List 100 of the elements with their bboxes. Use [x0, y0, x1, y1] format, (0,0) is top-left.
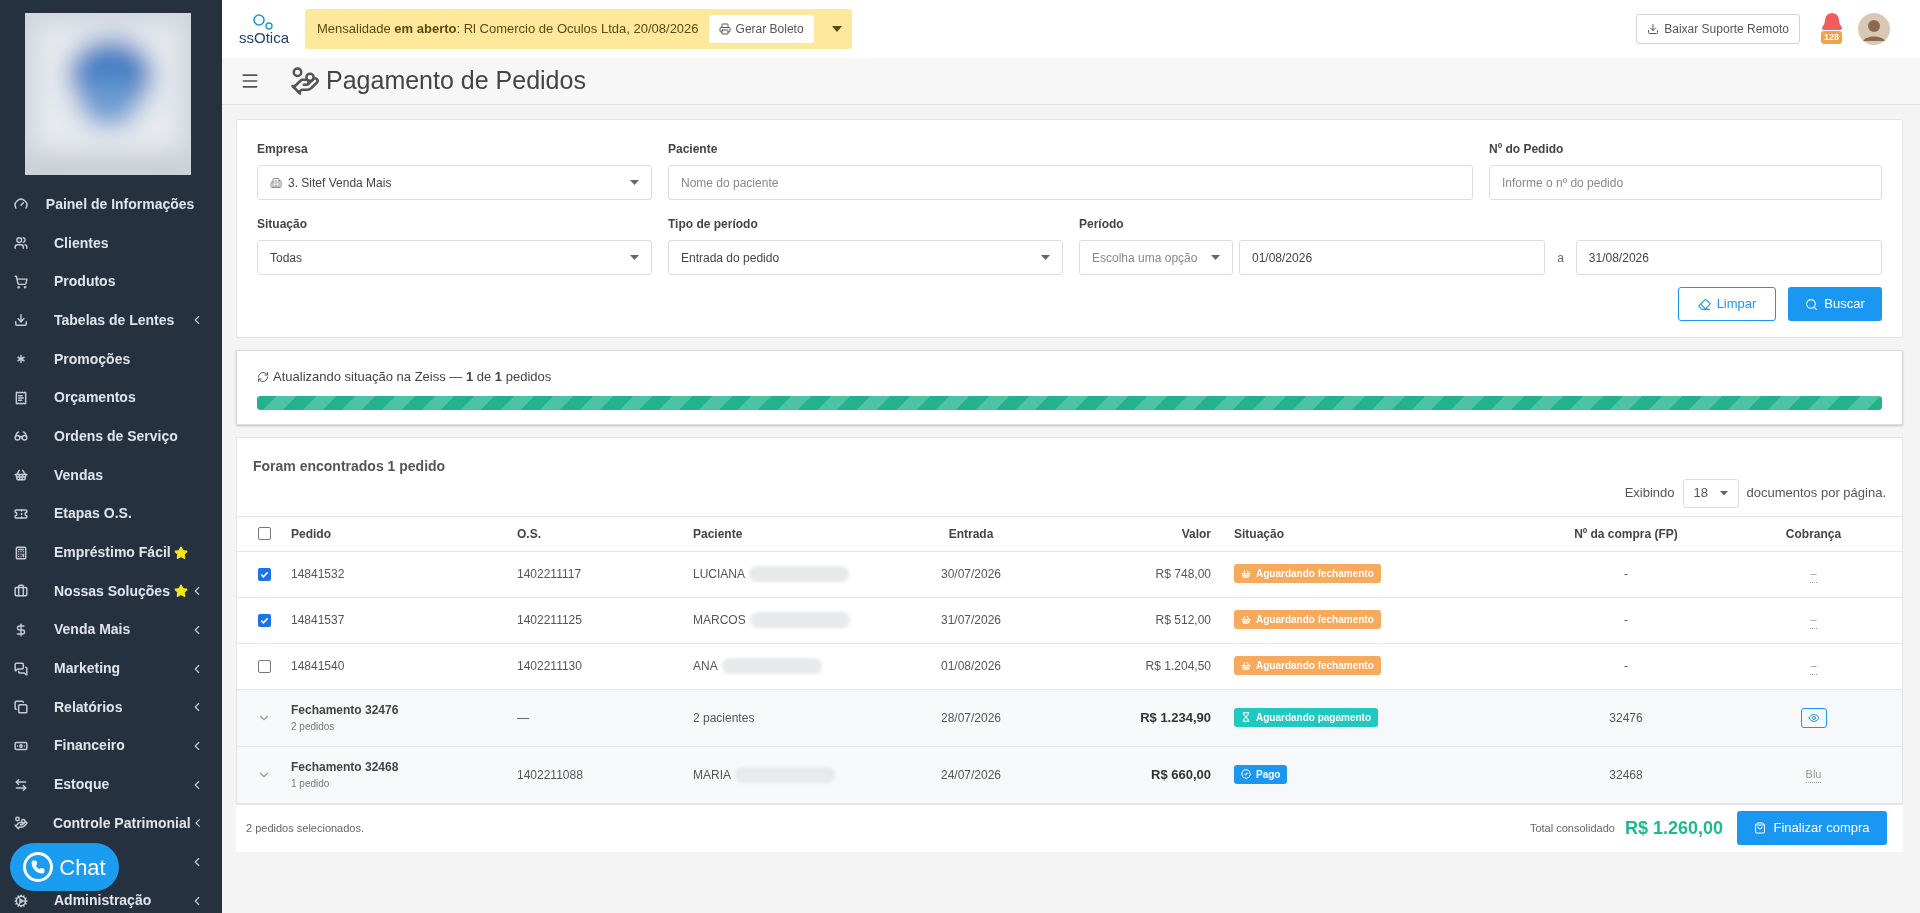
star-icon — [174, 584, 188, 599]
patient-name: 2 pacientes — [693, 709, 755, 727]
field-label: Nº do Pedido — [1489, 141, 1565, 158]
cart-icon — [14, 274, 28, 289]
basket-icon — [1241, 568, 1251, 579]
sidebar-item[interactable]: Nossas Soluções — [54, 580, 170, 602]
sidebar-item[interactable]: Venda Mais — [54, 619, 131, 641]
sidebar-item[interactable]: Estoque — [54, 774, 110, 796]
sidebar-item[interactable]: Promoções — [54, 348, 131, 370]
view-button[interactable] — [1800, 707, 1827, 728]
dollar-icon — [14, 622, 28, 637]
sidebar-item[interactable]: Etapas O.S. — [54, 503, 132, 525]
value-cell-text: R$ 1.234,90 — [1140, 708, 1211, 727]
calculator-icon — [14, 545, 28, 560]
search-icon — [1805, 297, 1819, 311]
caret-icon — [1041, 255, 1050, 260]
results-title: Foram encontrados 1 pedido — [253, 456, 447, 476]
phone-icon — [31, 860, 46, 874]
caret-icon — [630, 180, 639, 185]
period-option-select[interactable]: Escolha uma opção — [1079, 240, 1233, 275]
page-size-select[interactable]: 18 — [1682, 478, 1739, 508]
logo[interactable]: ssOtica — [233, 13, 295, 45]
order-count: 1 pedido — [291, 777, 330, 791]
value-cell-text: R$ 512,00 — [1155, 612, 1211, 629]
column-header: Pedido — [291, 525, 331, 543]
billing-text: – — [1810, 657, 1817, 675]
download-icon — [1647, 23, 1660, 35]
order-number: 14841532 — [291, 566, 345, 583]
remote-support-button[interactable]: Baixar Suporte Remoto — [1636, 14, 1800, 44]
progress-text: Atualizando situação na Zeiss — 1 de 1 pedidos — [273, 368, 552, 386]
sidebar-item[interactable]: Produtos — [54, 271, 116, 293]
row-checkbox[interactable] — [257, 613, 271, 627]
patient-name: MARCOS — [693, 612, 746, 629]
notice-text: Mensalidade em aberto: Rl Comercio de Oculos Ltda, 20/08/2026 — [317, 20, 699, 39]
patient-name: ANA — [693, 658, 718, 675]
entry-date: 30/07/2026 — [940, 566, 1002, 583]
field-label: Situação — [257, 216, 308, 233]
field-label: Paciente — [668, 141, 719, 158]
billing-text: – — [1810, 565, 1817, 583]
order-number-input-field[interactable]: Informe o nº do pedido — [1489, 165, 1882, 200]
column-header: Nº da compra (FP) — [1574, 525, 1678, 543]
gear-icon — [14, 893, 28, 908]
value-cell-text: R$ 1.204,50 — [1145, 658, 1211, 675]
boleto-button[interactable]: Gerar Boleto — [708, 15, 814, 43]
billing-text: – — [1810, 611, 1817, 629]
sidebar-item[interactable]: Tabelas de Lentes — [54, 309, 175, 331]
notification-count: 128 — [1821, 31, 1843, 44]
row-checkbox[interactable] — [257, 567, 271, 581]
patient-name: LUCIANA — [693, 566, 745, 583]
row-checkbox[interactable] — [257, 659, 271, 673]
end-date-field[interactable]: 31/08/2026 — [1575, 240, 1882, 275]
sidebar-item[interactable]: Administração — [54, 890, 152, 912]
menu-icon[interactable] — [240, 71, 260, 91]
purchase-number: - — [1624, 658, 1628, 675]
sidebar-item[interactable]: Marketing — [54, 658, 121, 680]
dropdown-caret-icon[interactable] — [831, 26, 842, 32]
chat-icon — [14, 661, 28, 676]
sidebar-item[interactable]: Vendas — [54, 464, 104, 486]
service-order-cell-text: 1402211130 — [517, 658, 582, 675]
check-circle-icon — [1241, 769, 1251, 780]
sidebar-item[interactable]: Empréstimo Fácil — [54, 542, 171, 564]
sidebar-item[interactable]: Clientes — [54, 232, 109, 254]
users-icon — [14, 236, 28, 251]
ticket-icon — [14, 506, 28, 521]
start-date-field[interactable]: 01/08/2026 — [1239, 240, 1546, 275]
order-number: Fechamento 32468 — [291, 759, 399, 776]
star-icon — [174, 545, 188, 560]
column-header: Valor — [1181, 525, 1211, 543]
patient-input-field[interactable]: Nome do paciente — [668, 165, 1473, 200]
column-header: O.S. — [517, 525, 541, 543]
status-select[interactable]: Todas — [257, 240, 652, 275]
basket-icon — [1241, 660, 1251, 671]
order-number: Fechamento 32476 — [291, 702, 399, 719]
field-label: Período — [1079, 216, 1125, 233]
entry-date: 28/07/2026 — [940, 709, 1002, 727]
order-count: 2 pedidos — [291, 720, 335, 734]
swap-icon — [14, 777, 28, 792]
service-order-cell-text: 1402211117 — [517, 566, 582, 583]
caret-icon — [630, 255, 639, 260]
page-size-label: Exibindo — [1624, 484, 1675, 503]
field-label: Empresa — [257, 141, 309, 158]
sidebar-item[interactable]: Orçamentos — [54, 387, 136, 409]
select-all-checkbox[interactable] — [257, 527, 271, 540]
status-badge: Aguardando fechamento — [1234, 564, 1381, 584]
building-icon — [270, 176, 282, 189]
period-type-select[interactable]: Entrada do pedido — [668, 240, 1063, 275]
sidebar-item[interactable]: Painel de Informações — [45, 193, 195, 215]
sidebar-item[interactable]: Controle Patrimonial — [52, 812, 191, 834]
sidebar-item[interactable]: Ordens de Serviço — [54, 425, 178, 447]
column-header: Paciente — [693, 525, 743, 543]
company-select[interactable]: 3. Sitef Venda Mais — [257, 165, 652, 200]
user-avatar[interactable] — [1858, 13, 1890, 45]
column-header: Situação — [1233, 525, 1284, 543]
purchase-number: 32476 — [1609, 709, 1643, 727]
purchase-number: - — [1624, 612, 1628, 629]
sidebar-item[interactable]: Relatórios — [54, 696, 123, 718]
logo-text: ssOtica — [239, 29, 289, 45]
sidebar-item[interactable]: Financeiro — [54, 735, 125, 757]
order-number: 14841537 — [291, 612, 345, 629]
purchase-number: - — [1624, 566, 1628, 583]
